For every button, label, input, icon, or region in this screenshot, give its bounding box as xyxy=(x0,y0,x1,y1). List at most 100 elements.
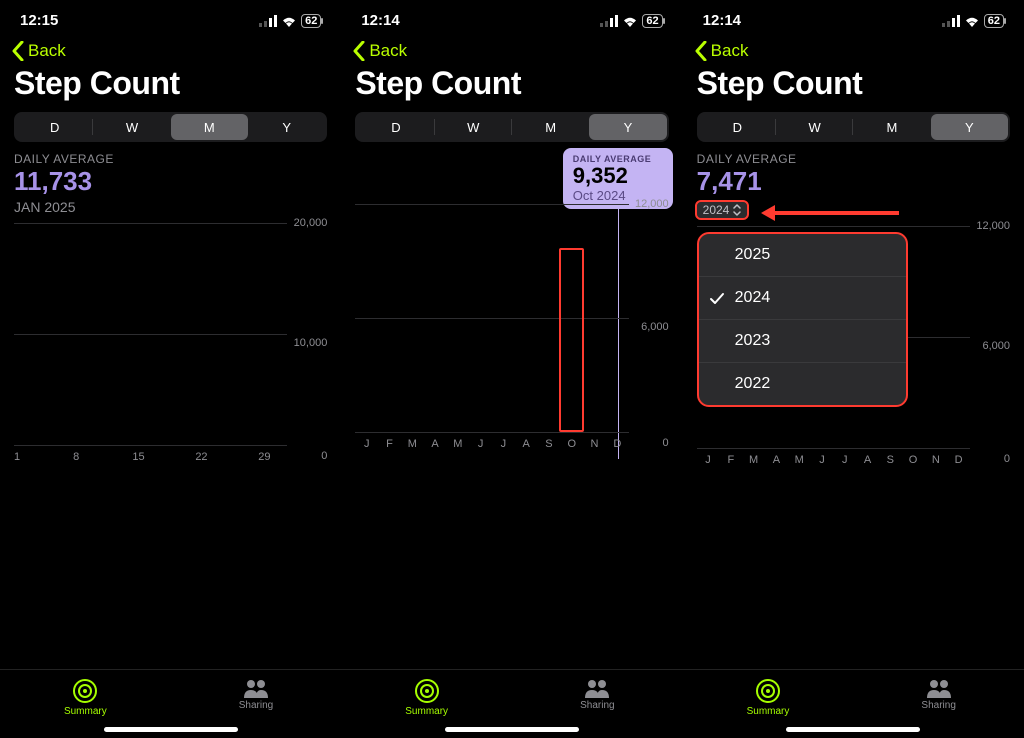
seg-month[interactable]: M xyxy=(512,114,589,140)
back-button[interactable]: Back xyxy=(0,33,341,65)
updown-icon xyxy=(733,204,741,216)
tab-summary[interactable]: Summary xyxy=(341,678,512,717)
seg-year[interactable]: Y xyxy=(248,114,325,140)
year-option-2024[interactable]: 2024 xyxy=(699,277,907,320)
period-label: JAN 2025 xyxy=(0,197,341,223)
home-indicator[interactable] xyxy=(445,727,579,732)
y-tick: 6,000 xyxy=(641,321,669,333)
year-dropdown[interactable]: 2025 2024 2023 2022 xyxy=(697,232,909,407)
y-tick: 12,000 xyxy=(976,220,1010,232)
back-label: Back xyxy=(28,41,66,61)
sharing-icon xyxy=(925,678,953,698)
seg-week[interactable]: W xyxy=(776,114,853,140)
avg-label: DAILY AVERAGE xyxy=(683,142,1024,166)
seg-month[interactable]: M xyxy=(171,114,248,140)
y-tick: 0 xyxy=(663,437,669,449)
x-axis: JFMAMJJASOND xyxy=(697,454,970,466)
chart-year[interactable]: 12,000 6,000 0 JFMAMJJASOND xyxy=(341,204,682,450)
x-axis: 18152229 xyxy=(14,451,287,463)
chevron-left-icon xyxy=(353,41,365,61)
status-time: 12:14 xyxy=(361,12,399,29)
tab-label: Summary xyxy=(405,706,448,717)
status-bar: 12:15 62 xyxy=(0,0,341,33)
home-indicator[interactable] xyxy=(786,727,920,732)
avg-label: DAILY AVERAGE xyxy=(0,142,341,166)
chevron-left-icon xyxy=(695,41,707,61)
x-axis: JFMAMJJASOND xyxy=(355,438,628,450)
year-option-2023[interactable]: 2023 xyxy=(699,320,907,363)
y-tick: 12,000 xyxy=(635,198,669,210)
wifi-icon xyxy=(281,15,297,27)
battery-icon: 62 xyxy=(301,14,321,28)
chart-bars xyxy=(355,204,628,432)
status-bar: 12:14 62 xyxy=(341,0,682,33)
back-label: Back xyxy=(369,41,407,61)
year-option-2022[interactable]: 2022 xyxy=(699,363,907,405)
page-title: Step Count xyxy=(0,65,341,112)
tab-bar: Summary Sharing xyxy=(683,669,1024,721)
screen-year-picker: 12:14 62 Back Step Count D W M Y DAILY A… xyxy=(683,0,1024,738)
summary-icon xyxy=(414,678,440,704)
chart-bars xyxy=(14,223,287,445)
seg-month[interactable]: M xyxy=(853,114,930,140)
back-label: Back xyxy=(711,41,749,61)
avg-value: 11,733 xyxy=(0,166,341,197)
cellular-icon xyxy=(600,15,618,27)
tooltip-value: 9,352 xyxy=(573,164,663,188)
wifi-icon xyxy=(964,15,980,27)
tab-sharing[interactable]: Sharing xyxy=(512,678,683,717)
tab-label: Sharing xyxy=(580,700,614,711)
seg-week[interactable]: W xyxy=(435,114,512,140)
check-icon xyxy=(709,291,725,312)
tab-sharing[interactable]: Sharing xyxy=(171,678,342,717)
seg-day[interactable]: D xyxy=(16,114,93,140)
seg-day[interactable]: D xyxy=(357,114,434,140)
time-range-segmented[interactable]: D W M Y xyxy=(355,112,668,142)
battery-icon: 62 xyxy=(984,14,1004,28)
back-button[interactable]: Back xyxy=(341,33,682,65)
y-tick: 6,000 xyxy=(982,340,1010,352)
time-range-segmented[interactable]: D W M Y xyxy=(14,112,327,142)
tab-label: Summary xyxy=(64,706,107,717)
tab-sharing[interactable]: Sharing xyxy=(853,678,1024,717)
annotation-arrow xyxy=(759,204,899,222)
seg-day[interactable]: D xyxy=(699,114,776,140)
cellular-icon xyxy=(259,15,277,27)
time-range-segmented[interactable]: D W M Y xyxy=(697,112,1010,142)
seg-year[interactable]: Y xyxy=(589,114,666,140)
seg-year[interactable]: Y xyxy=(931,114,1008,140)
home-indicator[interactable] xyxy=(104,727,238,732)
summary-icon xyxy=(755,678,781,704)
status-icons: 62 xyxy=(600,14,662,28)
tab-summary[interactable]: Summary xyxy=(683,678,854,717)
page-title: Step Count xyxy=(683,65,1024,112)
status-time: 12:14 xyxy=(703,12,741,29)
year-picker-label: 2024 xyxy=(703,203,730,217)
chart-month[interactable]: 20,000 10,000 0 18152229 xyxy=(0,223,341,463)
cellular-icon xyxy=(942,15,960,27)
status-time: 12:15 xyxy=(20,12,58,29)
sharing-icon xyxy=(583,678,611,698)
tab-label: Sharing xyxy=(921,700,955,711)
tab-bar: Summary Sharing xyxy=(0,669,341,721)
battery-icon: 62 xyxy=(642,14,662,28)
sharing-icon xyxy=(242,678,270,698)
tab-label: Summary xyxy=(747,706,790,717)
chevron-left-icon xyxy=(12,41,24,61)
summary-icon xyxy=(72,678,98,704)
status-bar: 12:14 62 xyxy=(683,0,1024,33)
status-icons: 62 xyxy=(259,14,321,28)
avg-value: 7,471 xyxy=(683,166,1024,197)
y-tick: 10,000 xyxy=(294,337,328,349)
seg-week[interactable]: W xyxy=(93,114,170,140)
year-option-2025[interactable]: 2025 xyxy=(699,234,907,277)
tab-bar: Summary Sharing xyxy=(341,669,682,721)
tab-summary[interactable]: Summary xyxy=(0,678,171,717)
y-tick: 0 xyxy=(321,450,327,462)
page-title: Step Count xyxy=(341,65,682,112)
y-tick: 20,000 xyxy=(294,217,328,229)
wifi-icon xyxy=(622,15,638,27)
back-button[interactable]: Back xyxy=(683,33,1024,65)
screen-year-view-tooltip: 12:14 62 Back Step Count D W M Y DAILY A… xyxy=(341,0,682,738)
y-tick: 0 xyxy=(1004,453,1010,465)
